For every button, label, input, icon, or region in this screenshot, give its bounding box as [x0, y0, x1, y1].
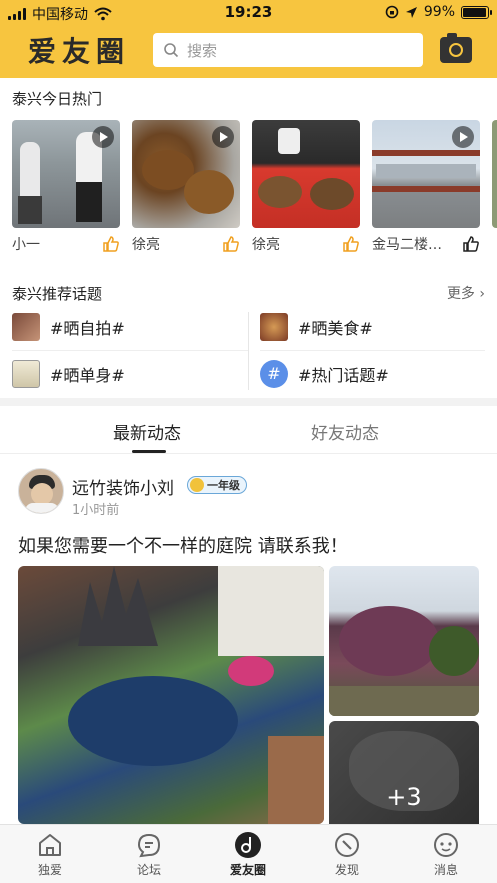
chat-icon — [135, 831, 163, 859]
section-divider — [0, 398, 497, 406]
topic-thumbnail — [260, 313, 288, 341]
nav-messages[interactable]: 消息 — [416, 831, 476, 878]
like-icon[interactable] — [222, 235, 240, 253]
hot-author: 金马二楼… — [372, 237, 442, 253]
badge-label: 一年级 — [207, 479, 240, 492]
post-author[interactable]: 远竹装饰小刘 — [72, 474, 174, 499]
hot-meta: 徐亮 — [132, 234, 240, 254]
bottom-nav: 独爱 论坛 爱友圈 发现 消息 — [0, 824, 497, 883]
tab-friends[interactable]: 好友动态 — [311, 419, 379, 444]
tab-latest[interactable]: 最新动态 — [113, 419, 181, 444]
hot-author: 徐亮 — [132, 237, 160, 253]
nav-label: 消息 — [433, 863, 458, 877]
topic-label: #热门话题# — [298, 366, 389, 385]
nav-label: 发现 — [334, 863, 359, 877]
topic-item[interactable]: #晒单身# — [12, 360, 125, 388]
play-icon — [212, 126, 234, 148]
search-input[interactable]: 搜索 — [153, 33, 423, 67]
hot-item[interactable]: 徐亮 — [252, 120, 360, 255]
nav-home[interactable]: 独爱 — [20, 831, 80, 878]
home-icon — [36, 831, 64, 859]
divider-line — [12, 350, 248, 351]
orientation-lock-icon — [385, 5, 399, 19]
more-images-count: +3 — [386, 783, 422, 811]
hot-thumbnail[interactable] — [372, 120, 480, 228]
hot-thumbnail[interactable] — [492, 120, 497, 228]
camera-icon[interactable] — [440, 33, 472, 63]
nav-discover[interactable]: 发现 — [317, 831, 377, 878]
message-face-icon — [432, 831, 460, 859]
battery-icon — [461, 5, 492, 19]
divider-line — [248, 312, 249, 390]
post-image[interactable] — [18, 566, 324, 824]
more-topics-link[interactable]: 更多 › — [447, 283, 485, 303]
like-icon[interactable] — [462, 235, 480, 253]
nav-label: 论坛 — [136, 863, 161, 877]
hashtag-icon: # — [260, 360, 288, 388]
play-icon — [92, 126, 114, 148]
level-icon — [190, 478, 204, 492]
app-logo: 爱友圈 — [28, 35, 131, 68]
topics-section-title: 泰兴推荐话题 — [12, 285, 103, 303]
feed-tabs: 最新动态 好友动态 — [0, 406, 497, 454]
divider-line — [260, 350, 485, 351]
topic-label: #晒单身# — [50, 366, 125, 385]
topic-item[interactable]: # #热门话题# — [260, 360, 389, 388]
battery-percent: 99% — [423, 4, 455, 20]
more-label: 更多 — [446, 286, 475, 302]
chevron-right-icon: › — [479, 286, 485, 302]
hot-item[interactable]: 金马二楼… — [372, 120, 480, 255]
tab-indicator — [132, 450, 166, 453]
hot-meta: 金马二楼… — [372, 234, 480, 254]
post-image[interactable] — [329, 566, 479, 716]
topic-thumbnail — [12, 313, 40, 341]
location-icon — [405, 6, 417, 18]
top-header: 中国移动 19:23 99% 爱友圈 搜索 — [0, 0, 497, 78]
status-right: 99% — [385, 4, 492, 20]
hot-meta: 小一 — [12, 234, 120, 254]
hot-item[interactable]: 小一 — [12, 120, 120, 255]
hot-section-title: 泰兴今日热门 — [12, 90, 103, 108]
level-badge: 一年级 — [187, 476, 247, 494]
search-placeholder: 搜索 — [187, 41, 218, 60]
nav-label: 独爱 — [37, 863, 62, 877]
topic-label: #晒自拍# — [50, 319, 125, 338]
status-bar: 中国移动 19:23 99% — [0, 0, 497, 26]
hot-thumbnail[interactable] — [12, 120, 120, 228]
topic-thumbnail — [12, 360, 40, 388]
avatar[interactable] — [18, 468, 64, 514]
topic-item[interactable]: #晒美食# — [260, 313, 373, 341]
circle-music-icon — [234, 831, 262, 859]
nav-label: 爱友圈 — [229, 863, 266, 877]
nav-aiyouquan[interactable]: 爱友圈 — [218, 831, 278, 878]
search-icon — [164, 43, 179, 58]
post-image-more[interactable]: +3 — [329, 721, 479, 824]
hot-item[interactable]: 徐亮 — [132, 120, 240, 255]
hot-author: 徐亮 — [252, 237, 280, 253]
topic-item[interactable]: #晒自拍# — [12, 313, 125, 341]
hot-thumbnail[interactable] — [132, 120, 240, 228]
hot-list: 小一 徐亮 徐亮 金马二楼… — [12, 120, 497, 255]
post-time: 1小时前 — [72, 503, 120, 518]
hot-author: 小一 — [12, 237, 40, 253]
like-icon[interactable] — [102, 235, 120, 253]
hot-thumbnail[interactable] — [252, 120, 360, 228]
post-text: 如果您需要一个不一样的庭院 请联系我！ — [18, 536, 348, 557]
play-icon — [452, 126, 474, 148]
app-root: 中国移动 19:23 99% 爱友圈 搜索 泰兴今日热门 小一 徐亮 徐亮 金马… — [0, 0, 497, 883]
compass-icon — [333, 831, 361, 859]
topic-label: #晒美食# — [298, 319, 373, 338]
hot-meta: 徐亮 — [252, 234, 360, 254]
like-icon[interactable] — [342, 235, 360, 253]
nav-forum[interactable]: 论坛 — [119, 831, 179, 878]
hot-item-partial[interactable] — [492, 120, 497, 255]
